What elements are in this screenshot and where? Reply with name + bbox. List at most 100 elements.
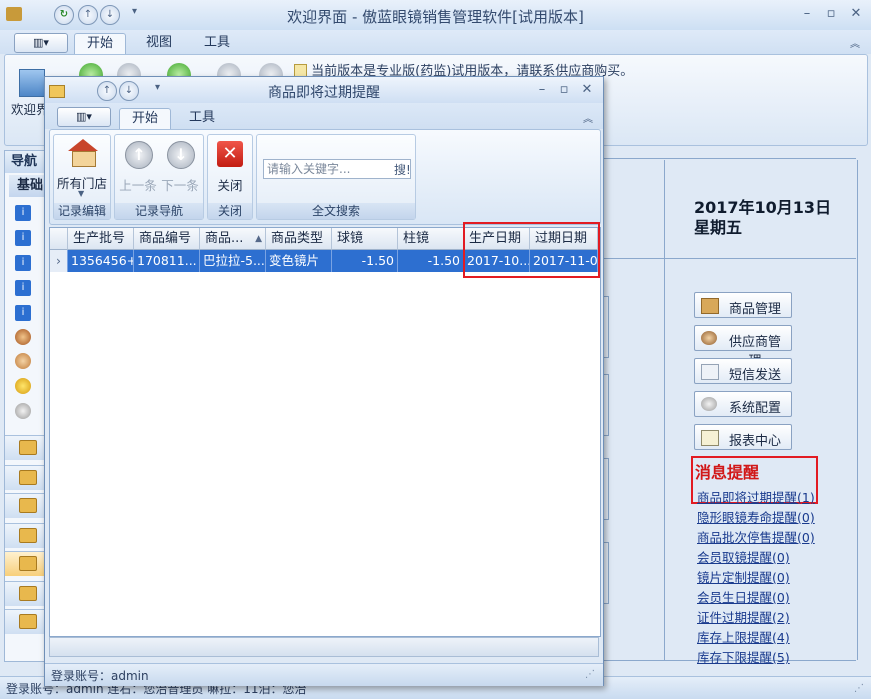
folder-icon (19, 440, 37, 455)
search-input[interactable]: 请输入关键字... 搜! (263, 159, 411, 179)
table-footer-bar[interactable] (49, 637, 599, 657)
reminder-link-license-expiry[interactable]: 证件过期提醒(2) (697, 607, 790, 626)
prev-label: 上一条 (119, 178, 157, 193)
column-header[interactable]: 商品类型 (266, 228, 332, 250)
dialog-status-bar: 登录账号：admin ⋰ (45, 663, 603, 686)
reminder-link-member-pickup[interactable]: 会员取镜提醒(0) (697, 547, 790, 566)
clipboard-icon (701, 430, 719, 446)
info-icon[interactable]: i (15, 280, 31, 296)
sms-send-button[interactable]: 短信发送 (694, 358, 792, 384)
group-close: ✕ 关闭 关闭 (207, 134, 253, 220)
table-cell[interactable]: -1.50 (398, 250, 464, 272)
table-cell[interactable]: 1356456+ (68, 250, 134, 272)
message-reminder-title: 消息提醒 (695, 463, 760, 482)
minimize-icon[interactable]: – (796, 4, 818, 24)
reminder-link-stock-upper[interactable]: 库存上限提醒(4) (697, 627, 790, 646)
info-icon[interactable]: i (15, 205, 31, 221)
info-icon[interactable]: i (15, 305, 31, 321)
folder-icon (19, 556, 37, 571)
people-icon (701, 331, 717, 345)
table-cell[interactable]: 变色镜片 (266, 250, 332, 272)
gear-icon[interactable] (15, 403, 31, 419)
dialog-tab-bar: ▥▾ 开始 工具 ︽ (45, 103, 603, 129)
smiley-icon[interactable] (15, 378, 31, 394)
up-arrow-icon: ↑ (125, 141, 153, 169)
column-header[interactable]: 柱镜 (398, 228, 464, 250)
dialog-ribbon: 所有门店 ▼ 记录编辑 ↑ 上一条 ↓ 下一条 记录导航 ✕ 关闭 关闭 请输入… (49, 129, 601, 225)
close-icon[interactable]: ✕ (576, 80, 598, 100)
ribbon-collapse-icon[interactable]: ︽ (583, 110, 593, 125)
app-menu-button[interactable]: ▥▾ (14, 33, 68, 53)
table-cell[interactable]: 巴拉拉-5... (200, 250, 266, 272)
column-header[interactable]: 商品... ▲ (200, 228, 266, 250)
nav-folder[interactable] (5, 493, 49, 518)
reminder-link-batch-stop[interactable]: 商品批次停售提醒(0) (697, 527, 815, 546)
info-icon[interactable]: i (15, 230, 31, 246)
resize-grip-icon[interactable]: ⋰ (854, 683, 864, 694)
reminder-link-stock-lower[interactable]: 库存下限提醒(5) (697, 647, 790, 666)
main-title-bar: ↻ ↑ ↓ ▾ 欢迎界面 - 傲蓝眼镜销售管理软件[试用版本] – ▫ ✕ (0, 0, 871, 31)
next-record-button[interactable]: ↓ 下一条 (159, 137, 201, 201)
tab-start[interactable]: 开始 (119, 108, 172, 129)
reminder-link-lens-custom[interactable]: 镜片定制提醒(0) (697, 567, 790, 586)
welcome-label[interactable]: 欢迎界 (11, 99, 49, 118)
expiring-products-dialog: ↑ ↓ ▾ 商品即将过期提醒 – ▫ ✕ ▥▾ 开始 工具 ︽ 所有门店 ▼ 记… (44, 76, 604, 686)
dialog-title-bar: ↑ ↓ ▾ 商品即将过期提醒 – ▫ ✕ (45, 77, 603, 103)
all-stores-button[interactable]: 所有门店 ▼ (56, 137, 108, 201)
table-cell[interactable]: 170811... (134, 250, 200, 272)
message-icon (701, 364, 719, 380)
column-header[interactable]: 生产批号 (68, 228, 134, 250)
minimize-icon[interactable]: – (531, 80, 553, 100)
nav-section-basic[interactable]: 基础 (9, 175, 49, 197)
welcome-icon[interactable] (19, 69, 45, 97)
row-selector-arrow-icon[interactable]: › (50, 250, 68, 272)
restore-icon[interactable]: ▫ (820, 4, 842, 24)
column-header-label: 商品... (205, 231, 244, 246)
user-icon[interactable] (15, 329, 31, 345)
close-dialog-button[interactable]: ✕ 关闭 (210, 137, 250, 201)
box-icon (701, 298, 719, 314)
search-button[interactable]: 搜! (394, 161, 411, 179)
product-management-button[interactable]: 商品管理 (694, 292, 792, 318)
info-icon[interactable]: i (15, 255, 31, 271)
next-label: 下一条 (161, 178, 199, 193)
prev-record-button[interactable]: ↑ 上一条 (117, 137, 159, 201)
window-title: 欢迎界面 - 傲蓝眼镜销售管理软件[试用版本] (287, 8, 584, 26)
nav-folder-selected[interactable] (5, 551, 49, 576)
gear-icon (701, 397, 717, 411)
column-header[interactable]: 球镜 (332, 228, 398, 250)
content-frame (600, 158, 856, 159)
nav-folder[interactable] (5, 435, 49, 460)
report-center-button[interactable]: 报表中心 (694, 424, 792, 450)
tab-start[interactable]: 开始 (74, 33, 127, 54)
users-icon[interactable] (15, 353, 31, 369)
table-cell[interactable]: -1.50 (332, 250, 398, 272)
restore-icon[interactable]: ▫ (553, 80, 575, 100)
folder-icon (19, 528, 37, 543)
system-config-button[interactable]: 系统配置 (694, 391, 792, 417)
supplier-management-button[interactable]: 供应商管理 (694, 325, 792, 369)
nav-folder[interactable] (5, 523, 49, 548)
sort-ascending-icon: ▲ (255, 234, 262, 244)
group-label: 关闭 (208, 203, 252, 219)
folder-icon (19, 586, 37, 601)
reminder-link-expiring-products[interactable]: 商品即将过期提醒(1) (697, 487, 815, 506)
tab-tools[interactable]: 工具 (192, 33, 242, 53)
nav-folder[interactable] (5, 609, 49, 634)
nav-folder[interactable] (5, 581, 49, 606)
tab-view[interactable]: 视图 (134, 33, 184, 53)
ribbon-tab-bar: ▥▾ 开始 视图 工具 ︽ (0, 30, 871, 54)
nav-folder[interactable] (5, 465, 49, 490)
reminder-link-member-birthday[interactable]: 会员生日提醒(0) (697, 587, 790, 606)
column-header[interactable]: 商品编号 (134, 228, 200, 250)
reminder-link-contact-lens[interactable]: 隐形眼镜寿命提醒(0) (697, 507, 815, 526)
house-body-icon (72, 151, 96, 167)
ribbon-collapse-icon[interactable]: ︽ (850, 35, 860, 50)
group-full-text-search: 请输入关键字... 搜! 全文搜索 (256, 134, 416, 220)
group-record-navigation: ↑ 上一条 ↓ 下一条 记录导航 (114, 134, 204, 220)
folder-icon (19, 498, 37, 513)
tab-tools[interactable]: 工具 (177, 108, 227, 128)
close-icon[interactable]: ✕ (845, 4, 867, 24)
resize-grip-icon[interactable]: ⋰ (585, 669, 595, 680)
app-menu-button[interactable]: ▥▾ (57, 107, 111, 127)
